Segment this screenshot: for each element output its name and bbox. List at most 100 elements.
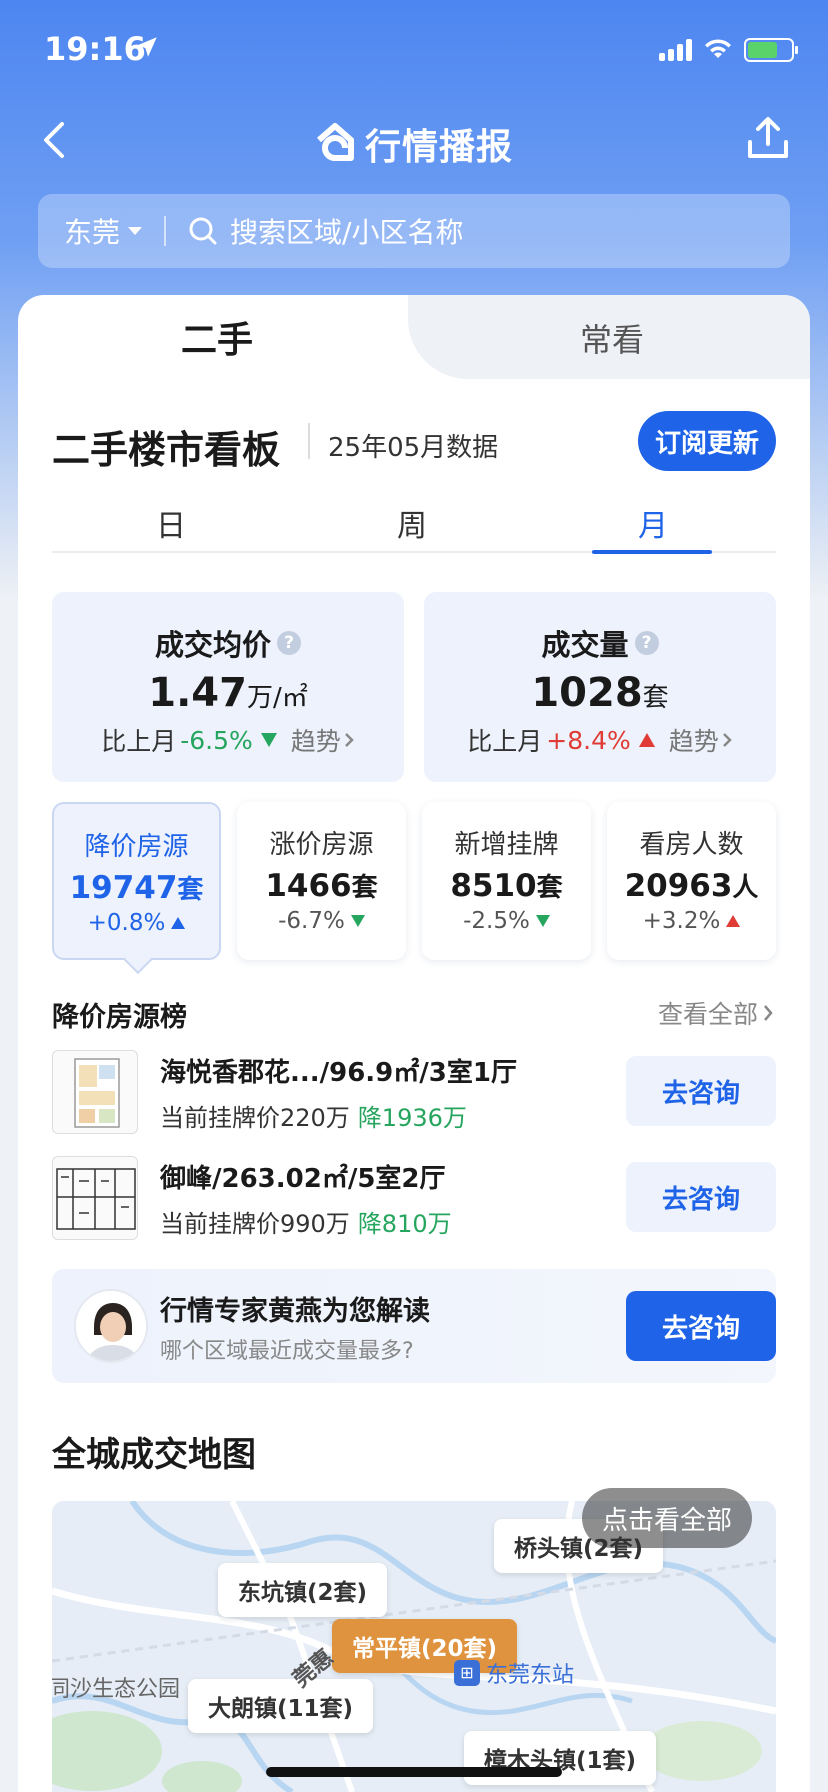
expert-name: 行情专家黄燕为您解读 — [160, 1296, 430, 1327]
tab-day[interactable]: 日 — [156, 501, 186, 545]
new-listings-card[interactable]: 新增挂牌 8510套 -2.5% — [422, 802, 591, 960]
expert-question: 哪个区域最近成交量最多? — [160, 1339, 414, 1364]
consult-button[interactable]: 去咨询 — [626, 1056, 776, 1126]
mini-value: 20963人 — [607, 867, 776, 904]
stat-value-number: 1028 — [531, 670, 643, 716]
mini-change-value: +0.8% — [87, 910, 166, 936]
mini-title: 看房人数 — [639, 830, 744, 860]
floorplan-thumbnail — [52, 1050, 138, 1134]
arrow-down-icon — [535, 915, 550, 927]
nav-bar: 行情播报 — [0, 100, 828, 184]
city-selector[interactable]: 东莞 — [38, 211, 143, 251]
chevron-right-icon — [722, 733, 732, 747]
expert-consult-button[interactable]: 去咨询 — [626, 1291, 776, 1361]
train-station-icon: ⊞ — [454, 1660, 480, 1686]
avg-price-card[interactable]: 成交均价 ? 1.47万/㎡ 比上月 -6.5% 趋势 — [52, 592, 404, 782]
price-rise-listings-card[interactable]: 涨价房源 1466套 -6.7% — [237, 802, 406, 960]
cellular-signal-icon — [659, 39, 692, 61]
price-drop-listings-card[interactable]: 降价房源 19747套 +0.8% — [52, 802, 221, 975]
consult-button[interactable]: 去咨询 — [626, 1162, 776, 1232]
listing-drop: 降810万 — [357, 1210, 452, 1238]
tab-second-hand[interactable]: 二手 — [181, 311, 253, 363]
stat-title-text: 成交量 — [541, 628, 629, 662]
listing-price-text: 当前挂牌价220万 — [160, 1104, 350, 1132]
change-value: +8.4% — [546, 725, 631, 755]
caret-down-icon — [128, 227, 143, 235]
mini-unit: 套 — [177, 875, 204, 905]
chevron-right-icon — [344, 733, 354, 747]
search-input[interactable]: 搜索区域/小区名称 — [188, 211, 463, 251]
location-arrow-icon — [134, 34, 160, 64]
mini-title: 新增挂牌 — [454, 830, 559, 860]
mini-value: 1466套 — [237, 867, 406, 904]
arrow-up-icon — [171, 917, 186, 929]
mini-unit: 套 — [351, 873, 378, 903]
subscribe-button[interactable]: 订阅更新 — [638, 411, 776, 471]
status-icons — [659, 36, 798, 64]
page-title: 行情播报 — [0, 118, 828, 170]
mini-change-value: -6.7% — [278, 908, 345, 934]
listing-title: 御峰/263.02㎡/5室2厅 — [160, 1164, 446, 1194]
change-value: -6.5% — [180, 725, 253, 755]
trend-label: 趋势 — [668, 727, 719, 756]
mini-value-number: 20963 — [624, 868, 733, 904]
trend-label: 趋势 — [290, 727, 341, 756]
tab-frequent[interactable]: 常看 — [580, 315, 644, 361]
stat-title: 成交量 ? — [424, 622, 776, 664]
board-title: 二手楼市看板 — [52, 428, 281, 472]
stat-title-text: 成交均价 — [154, 628, 271, 662]
search-placeholder: 搜索区域/小区名称 — [230, 216, 464, 249]
mini-title: 涨价房源 — [269, 830, 374, 860]
board-date: 25年05月数据 — [328, 433, 499, 463]
mini-value-number: 8510 — [450, 868, 537, 904]
stat-unit: 万/㎡ — [246, 683, 308, 713]
stat-compare: 比上月 -6.5% 趋势 — [52, 722, 404, 758]
viewers-card[interactable]: 看房人数 20963人 +3.2% — [607, 802, 776, 960]
stat-value-number: 1.47 — [148, 670, 247, 716]
list-item[interactable]: 御峰/263.02㎡/5室2厅 当前挂牌价990万 降810万 去咨询 — [52, 1156, 776, 1240]
mini-value: 19747套 — [54, 869, 219, 906]
map-label-dongkeng[interactable]: 东坑镇(2套) — [218, 1563, 388, 1617]
help-icon[interactable]: ? — [277, 631, 301, 655]
mini-change: -2.5% — [422, 908, 591, 934]
tab-month[interactable]: 月 — [638, 501, 668, 545]
search-divider — [164, 216, 167, 246]
price-drop-list-title: 降价房源榜 — [52, 1002, 187, 1033]
map-station-name: 东莞东站 — [486, 1663, 575, 1688]
avatar — [74, 1289, 148, 1363]
house-logo-icon — [315, 122, 355, 166]
stat-compare: 比上月 +8.4% 趋势 — [424, 722, 776, 758]
board-divider — [308, 423, 310, 459]
battery-icon — [744, 38, 798, 62]
floorplan-thumbnail — [52, 1156, 138, 1240]
search-bar[interactable]: 东莞 搜索区域/小区名称 — [38, 194, 790, 268]
listing-title: 海悦香郡花.../96.9㎡/3室1厅 — [160, 1058, 517, 1088]
listing-price-text: 当前挂牌价990万 — [160, 1210, 350, 1238]
see-all-label: 查看全部 — [657, 1000, 758, 1029]
mini-change-value: -2.5% — [463, 908, 530, 934]
map-label-dalang[interactable]: 大朗镇(11套) — [188, 1679, 374, 1733]
search-icon — [189, 217, 217, 245]
volume-card[interactable]: 成交量 ? 1028套 比上月 +8.4% 趋势 — [424, 592, 776, 782]
listing-price: 当前挂牌价220万 降1936万 — [160, 1098, 467, 1133]
mini-unit: 人 — [732, 873, 759, 903]
view-all-map-button[interactable]: 点击看全部 — [582, 1488, 752, 1548]
main-card: 二手 常看 二手楼市看板 25年05月数据 订阅更新 日 周 月 成交均价 ? … — [18, 295, 810, 1792]
arrow-down-icon — [260, 733, 277, 747]
stat-value: 1.47万/㎡ — [52, 670, 404, 716]
mini-change: +0.8% — [54, 910, 219, 936]
share-button[interactable] — [744, 114, 792, 164]
list-item[interactable]: 海悦香郡花.../96.9㎡/3室1厅 当前挂牌价220万 降1936万 去咨询 — [52, 1050, 776, 1134]
see-all-link[interactable]: 查看全部 — [658, 995, 774, 1031]
trend-link[interactable]: 趋势 — [669, 722, 733, 758]
trend-link[interactable]: 趋势 — [291, 722, 355, 758]
tab-week[interactable]: 周 — [397, 501, 427, 545]
stat-value: 1028套 — [424, 670, 776, 716]
help-icon[interactable]: ? — [634, 631, 659, 655]
status-bar: 19:16 — [0, 0, 828, 100]
arrow-up-icon — [638, 733, 655, 747]
arrow-up-icon — [726, 915, 741, 927]
wifi-icon — [702, 36, 734, 64]
mini-change: -6.7% — [237, 908, 406, 934]
expert-card[interactable]: 行情专家黄燕为您解读 哪个区域最近成交量最多? 去咨询 — [52, 1269, 776, 1383]
